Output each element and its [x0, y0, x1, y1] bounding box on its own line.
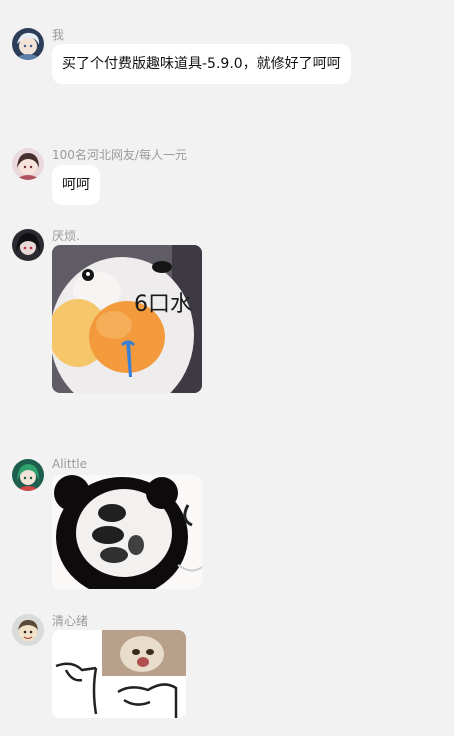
sticker-image[interactable]: 6口水 [52, 245, 202, 393]
avatar-cartoon-person-icon [12, 614, 44, 646]
avatar[interactable] [12, 28, 44, 60]
sender-name: 100名河北网友/每人一元 [52, 148, 187, 162]
plush-duck-drooling-icon: 6口水 [52, 245, 202, 393]
sender-name: 厌烦. [52, 229, 80, 243]
message-bubble[interactable]: 呵呵 [52, 165, 100, 205]
anime-avatar-dark-icon [12, 229, 44, 261]
sender-name: 清心绪 [52, 614, 89, 628]
sender-name: 我 [52, 28, 65, 42]
anime-avatar-white-hair-icon [12, 28, 44, 60]
sticker-image[interactable] [52, 630, 186, 718]
avatar[interactable] [12, 229, 44, 261]
sticker-caption: 6口水 [134, 292, 192, 317]
message-bubble[interactable]: 买了个付费版趣味道具-5.9.0，就修好了呵呵 [52, 44, 351, 84]
panda-face-meme-icon [52, 475, 202, 589]
anime-avatar-green-icon [12, 459, 44, 491]
message-row: 我 买了个付费版趣味道具-5.9.0，就修好了呵呵 [0, 28, 454, 88]
message-row: Alittle [0, 457, 454, 599]
cat-pointing-meme-icon [52, 630, 186, 718]
message-row: 100名河北网友/每人一元 呵呵 [0, 148, 454, 208]
avatar[interactable] [12, 614, 44, 646]
avatar[interactable] [12, 459, 44, 491]
sticker-image[interactable] [52, 475, 202, 589]
anime-avatar-girl-icon [12, 148, 44, 180]
avatar[interactable] [12, 148, 44, 180]
message-row: 清心绪 [0, 614, 454, 724]
sender-name: Alittle [52, 457, 88, 471]
message-row: 厌烦. 6口水 [0, 229, 454, 399]
